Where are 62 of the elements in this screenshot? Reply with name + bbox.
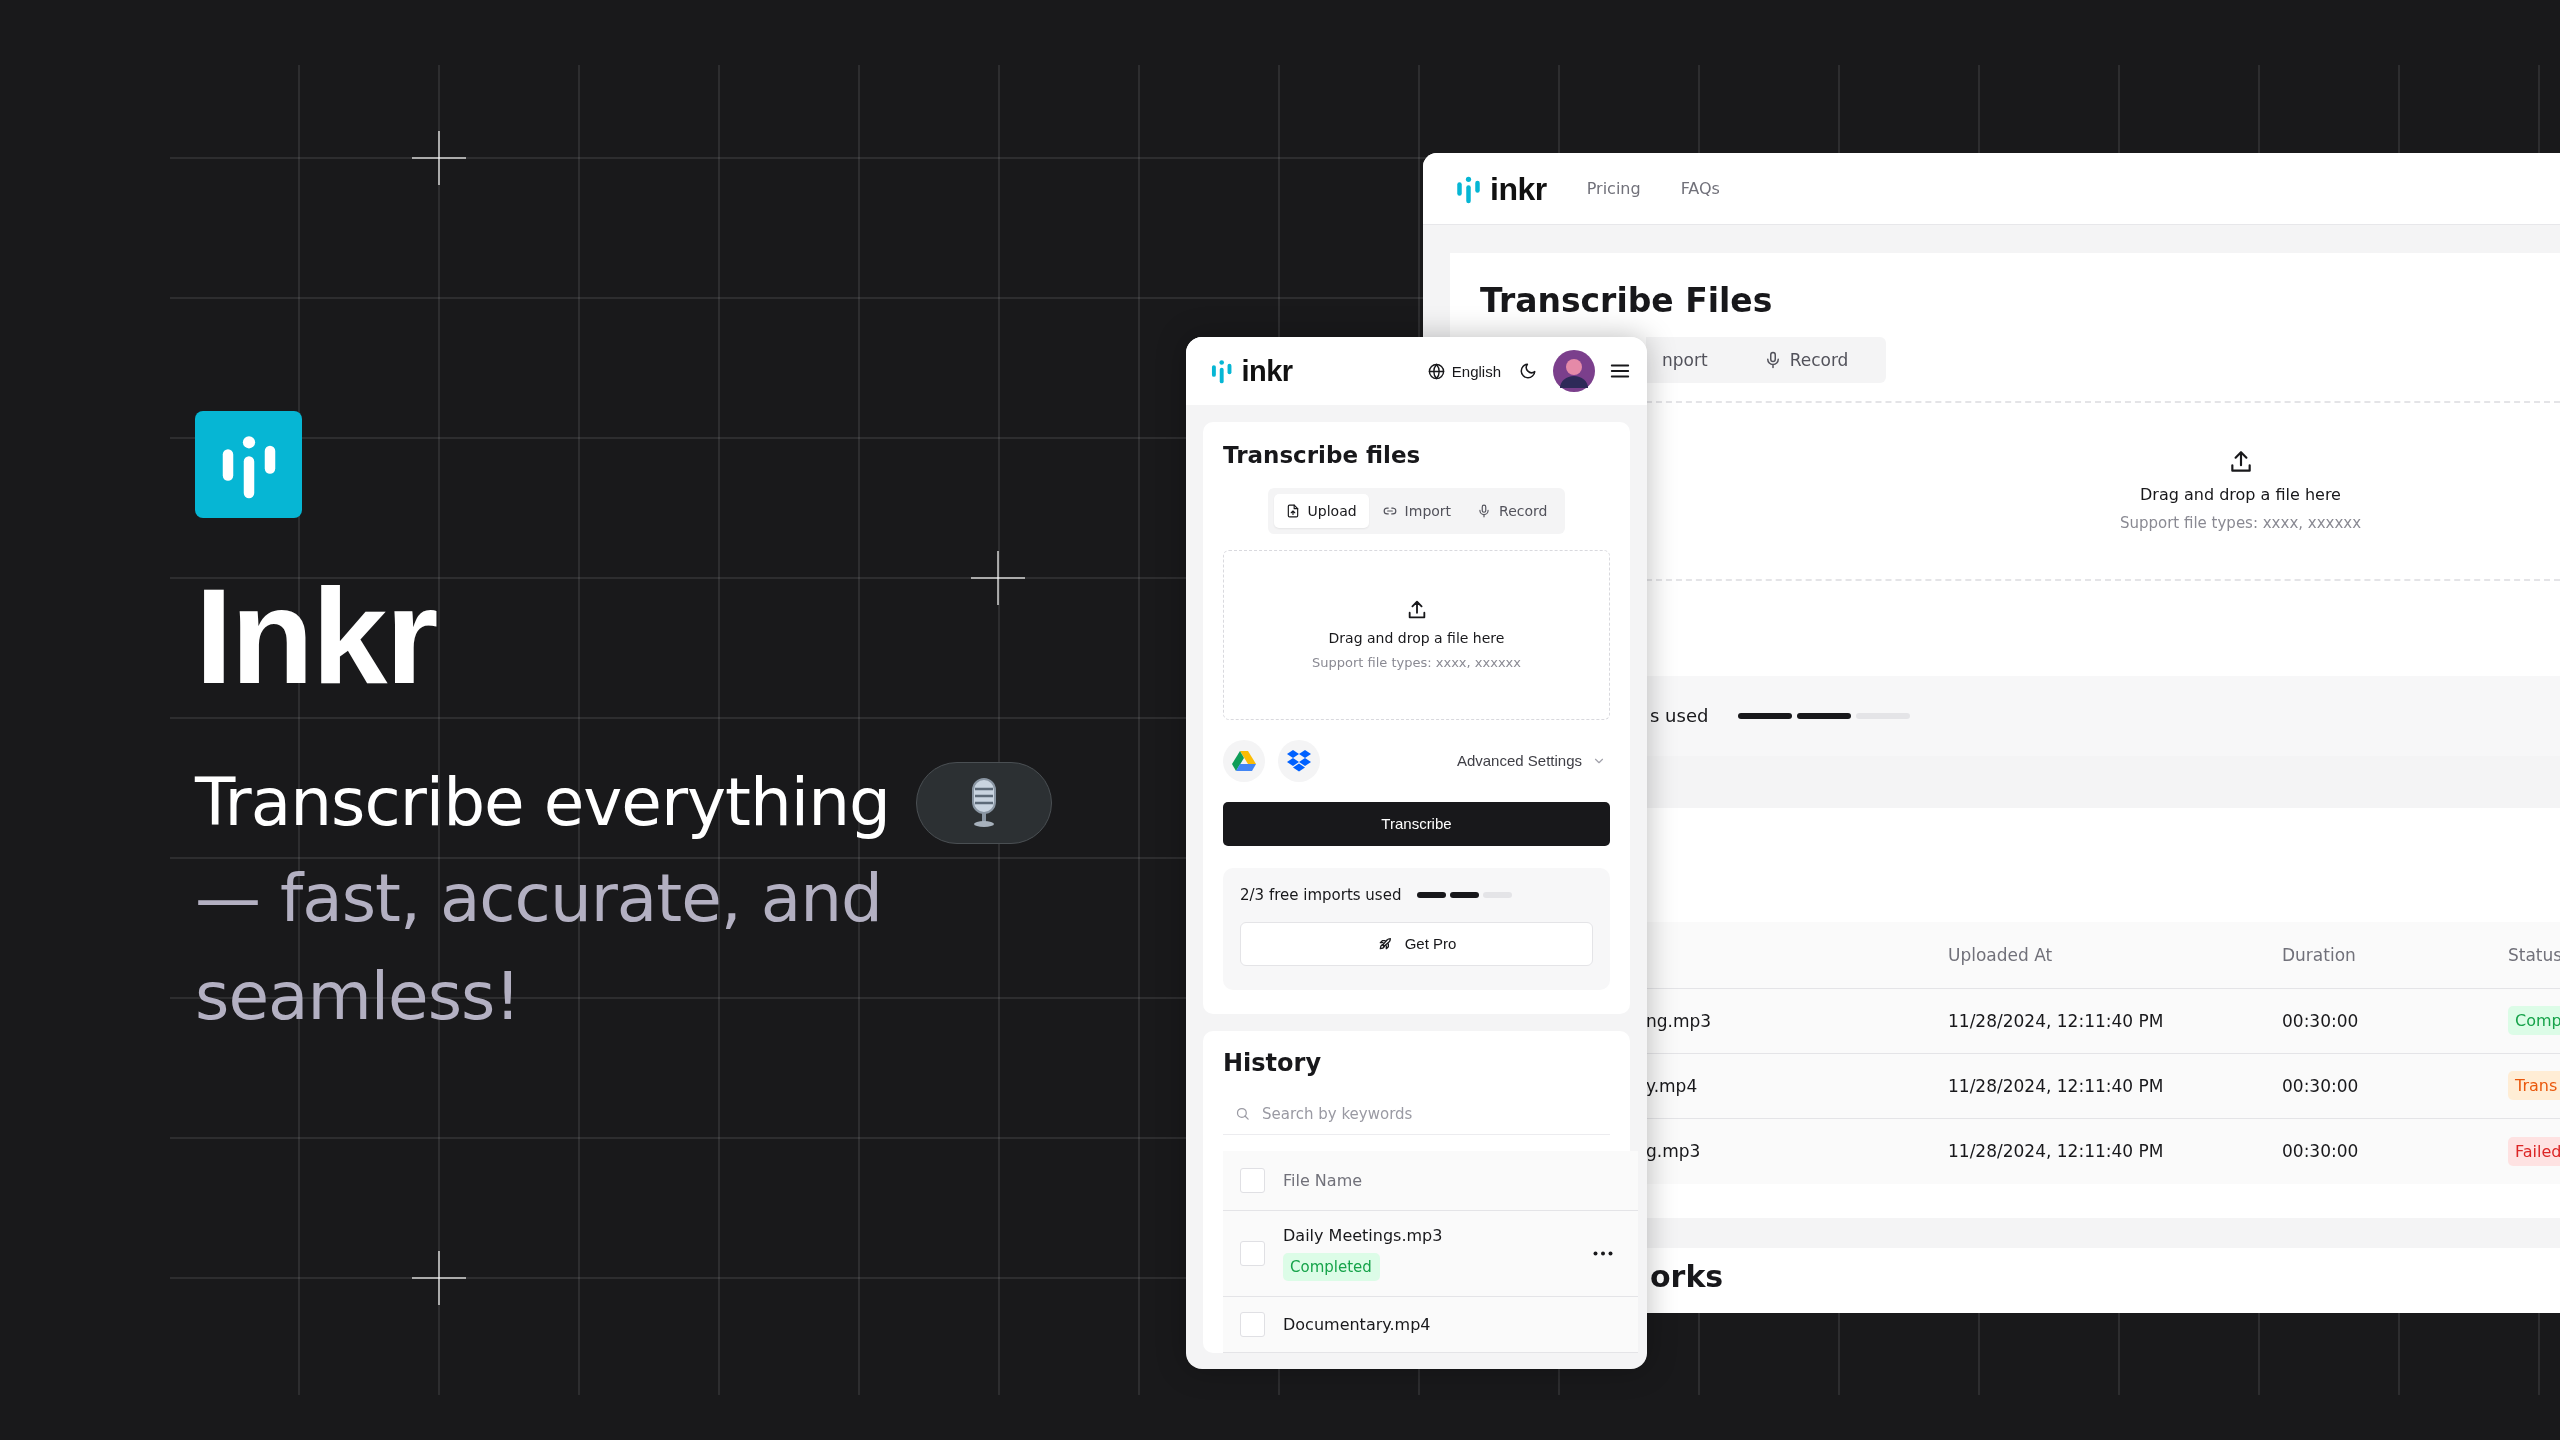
transcribe-button[interactable]: Transcribe [1223, 801, 1610, 846]
get-pro-button[interactable]: Get Pro [1240, 921, 1593, 966]
source-tab[interactable]: Import [1370, 493, 1464, 528]
status-badge: Comp [2508, 1006, 2560, 1036]
file-name: Documentary.mp4 [1283, 1315, 1431, 1335]
language-button[interactable]: English [1427, 362, 1501, 380]
source-tab[interactable]: Upload [1273, 493, 1369, 528]
usage-label: 2/3 free imports used [1240, 885, 1402, 904]
uploaded-at-cell-text: 11/28/2024, 12:11:40 PM [1948, 1075, 2165, 1096]
hero-tagline: Transcribe everything [195, 763, 890, 843]
logo-icon [1210, 358, 1234, 384]
column-header: Uploaded At [1948, 944, 2054, 965]
file-name-cell-text: ng.mp3 [1646, 1010, 1713, 1031]
status-badge: Trans [2508, 1071, 2560, 1101]
microphone-icon [1477, 503, 1492, 518]
status-badge: Completed [1283, 1253, 1380, 1282]
card-title: History [1223, 1048, 1322, 1078]
drop-zone-hint: Support file types: xxxx, xxxxxx [2119, 514, 2362, 533]
file-upload-icon [1285, 503, 1300, 518]
dropbox-icon [1287, 749, 1311, 772]
checkbox[interactable] [1240, 1168, 1265, 1194]
file-name-cell-text: g.mp3 [1646, 1141, 1702, 1162]
column-header: Duration [2282, 944, 2357, 965]
avatar-icon [1553, 350, 1595, 392]
drop-zone-title: Drag and drop a file here [1328, 630, 1505, 647]
file-name: Daily Meetings.mp3 [1283, 1226, 1443, 1246]
advanced-settings-toggle[interactable]: Advanced Settings [1456, 752, 1610, 770]
source-tab[interactable]: nport [1652, 343, 1718, 376]
file-name-cell-text: y.mp4 [1646, 1075, 1699, 1096]
search-icon [1235, 1106, 1250, 1122]
checkbox[interactable] [1240, 1241, 1265, 1267]
brand-name: inkr [1241, 356, 1293, 386]
hero-subtitle: — fast, accurate, and seamless! [195, 859, 883, 1037]
duration-cell-text: 00:30:00 [2282, 1141, 2360, 1162]
theme-toggle-button[interactable] [1519, 362, 1537, 380]
card-title: Transcribe Files [1480, 281, 1773, 321]
nav-link[interactable]: FAQs [1680, 179, 1720, 198]
nav-link[interactable]: Pricing [1586, 179, 1641, 198]
brand-name: inkr [1490, 172, 1547, 205]
column-header: File Name [1283, 1171, 1363, 1191]
section-heading: orks [1650, 1261, 1724, 1292]
status-badge: Failed [2508, 1136, 2560, 1166]
hero-title: Inkr [195, 568, 437, 704]
drop-zone-title: Drag and drop a file here [2140, 485, 2341, 505]
duration-cell-text: 00:30:00 [2282, 1075, 2360, 1096]
source-tab[interactable]: Record [1753, 343, 1859, 376]
more-icon [1593, 1251, 1613, 1257]
checkbox[interactable] [1240, 1312, 1265, 1338]
card-title: Transcribe files [1223, 442, 1421, 470]
moon-icon [1519, 362, 1537, 380]
source-tab[interactable]: Record [1465, 493, 1560, 528]
duration-cell-text: 00:30:00 [2282, 1010, 2360, 1031]
drop-zone-hint: Support file types: xxxx, xxxxxx [1312, 655, 1521, 671]
usage-label: s used [1650, 705, 1709, 727]
uploaded-at-cell-text: 11/28/2024, 12:11:40 PM [1948, 1010, 2165, 1031]
drive-icon [1232, 749, 1256, 772]
dropbox-button[interactable] [1278, 739, 1320, 782]
google-drive-button[interactable] [1223, 739, 1265, 782]
search-field[interactable]: Search by keywords [1260, 1103, 1610, 1124]
uploaded-at-cell-text: 11/28/2024, 12:11:40 PM [1948, 1141, 2165, 1162]
globe-icon [1427, 362, 1445, 380]
avatar-button[interactable] [1553, 350, 1595, 392]
